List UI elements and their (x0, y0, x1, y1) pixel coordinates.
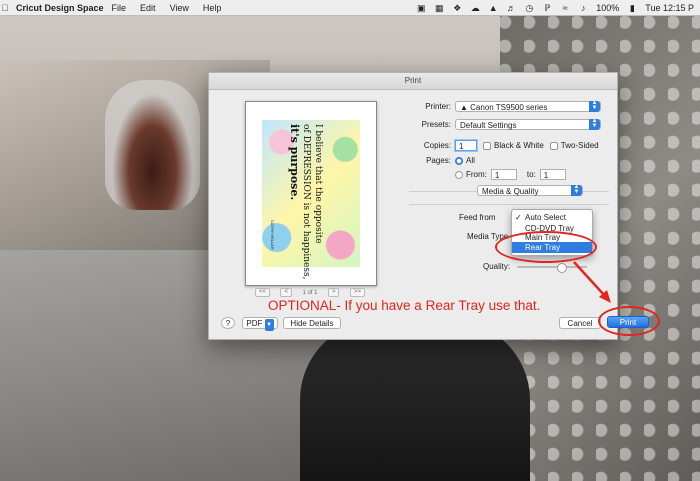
annotation-arrow (573, 261, 611, 303)
annotation-note: OPTIONAL- If you have a Rear Tray use th… (268, 298, 541, 313)
